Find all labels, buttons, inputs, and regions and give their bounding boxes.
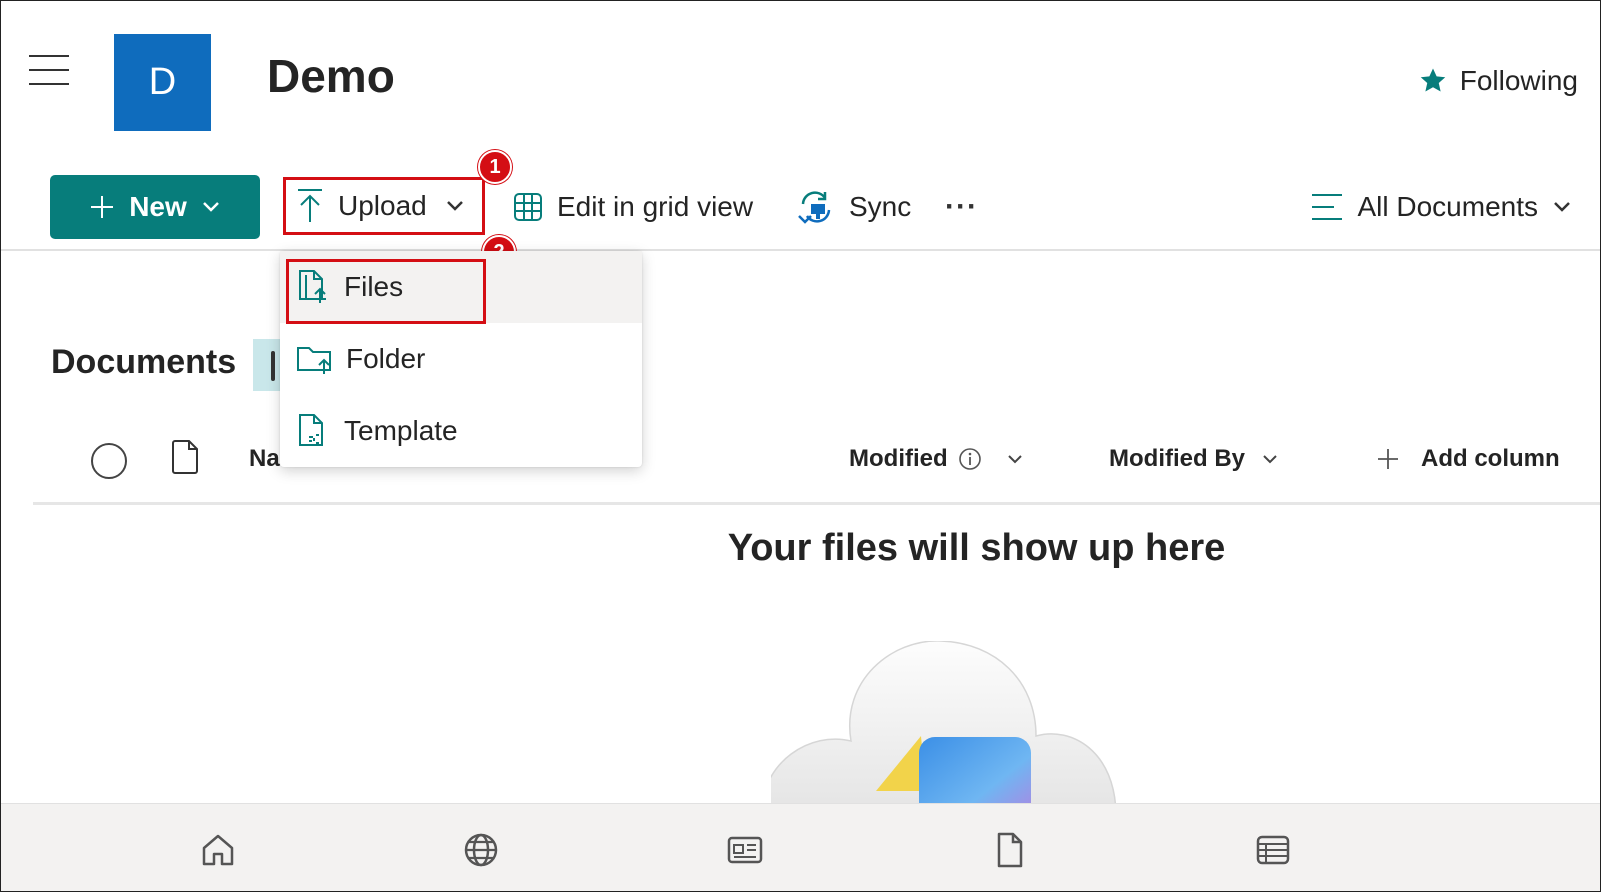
files-highlight-box — [286, 259, 486, 324]
step-badge-1: 1 — [478, 150, 512, 184]
menu-item-folder-label: Folder — [346, 343, 426, 374]
document-icon[interactable] — [989, 830, 1029, 870]
empty-state-illustration — [771, 641, 1131, 806]
menu-item-folder[interactable]: Folder — [280, 323, 642, 395]
library-info-icon — [271, 351, 275, 381]
site-logo-letter: D — [148, 61, 177, 103]
template-icon — [299, 414, 323, 446]
plus-icon — [1378, 449, 1398, 469]
column-modified-by-label: Modified By — [1109, 445, 1245, 472]
chevron-down-icon — [202, 202, 219, 212]
bottom-navigation — [1, 803, 1600, 891]
add-column-label: Add column — [1421, 445, 1560, 472]
edit-grid-label: Edit in grid view — [557, 191, 754, 222]
edit-grid-view-button[interactable]: Edit in grid view — [513, 181, 753, 233]
sync-icon — [798, 191, 831, 224]
menu-item-template[interactable]: Template — [280, 395, 642, 467]
upload-button[interactable]: Upload — [283, 177, 485, 235]
column-modified-by[interactable]: Modified By — [1109, 445, 1281, 473]
app-frame: D Demo Following New Upload Edit in grid… — [0, 0, 1601, 892]
new-button-label: New — [129, 191, 187, 222]
upload-label: Upload — [338, 190, 427, 221]
upload-folder-icon — [297, 347, 331, 374]
info-icon — [958, 448, 981, 470]
column-modified[interactable]: Modified — [849, 445, 1026, 473]
menu-item-template-label: Template — [344, 415, 458, 446]
site-title[interactable]: Demo — [267, 49, 395, 103]
chevron-down-icon — [446, 201, 463, 211]
view-selector[interactable]: All Documents — [1311, 181, 1572, 233]
view-list-icon — [1312, 194, 1343, 220]
plus-icon — [91, 196, 114, 218]
command-bar: New Upload Edit in grid view Sync ··· Al… — [1, 167, 1600, 251]
upload-arrow-icon — [298, 189, 322, 222]
chevron-down-icon — [1263, 455, 1277, 464]
library-title: Documents — [51, 343, 237, 381]
home-icon[interactable] — [198, 830, 238, 870]
menu-icon[interactable] — [29, 53, 69, 87]
list-icon[interactable] — [1253, 830, 1293, 870]
site-logo[interactable]: D — [114, 34, 211, 131]
add-column-button[interactable]: Add column — [1377, 445, 1560, 473]
following-label: Following — [1459, 65, 1578, 96]
sync-button[interactable]: Sync — [797, 181, 911, 233]
grid-icon — [514, 193, 542, 221]
view-label: All Documents — [1357, 191, 1538, 222]
column-header-row: Na Modified Modified By Add column — [33, 423, 1600, 505]
globe-icon[interactable] — [461, 830, 501, 870]
empty-state-message: Your files will show up here — [727, 527, 1226, 569]
column-name[interactable]: Na — [249, 445, 280, 473]
column-modified-label: Modified — [849, 445, 948, 472]
more-options-button[interactable]: ··· — [945, 181, 978, 233]
chevron-down-icon — [1007, 455, 1022, 464]
new-button[interactable]: New — [50, 175, 260, 239]
select-all-checkbox[interactable] — [91, 443, 127, 479]
chevron-down-icon — [1554, 202, 1570, 212]
file-type-icon — [172, 440, 198, 474]
sync-label: Sync — [849, 191, 912, 222]
following-button[interactable]: Following — [1418, 65, 1578, 97]
star-icon — [1420, 68, 1445, 92]
news-icon[interactable] — [725, 830, 765, 870]
